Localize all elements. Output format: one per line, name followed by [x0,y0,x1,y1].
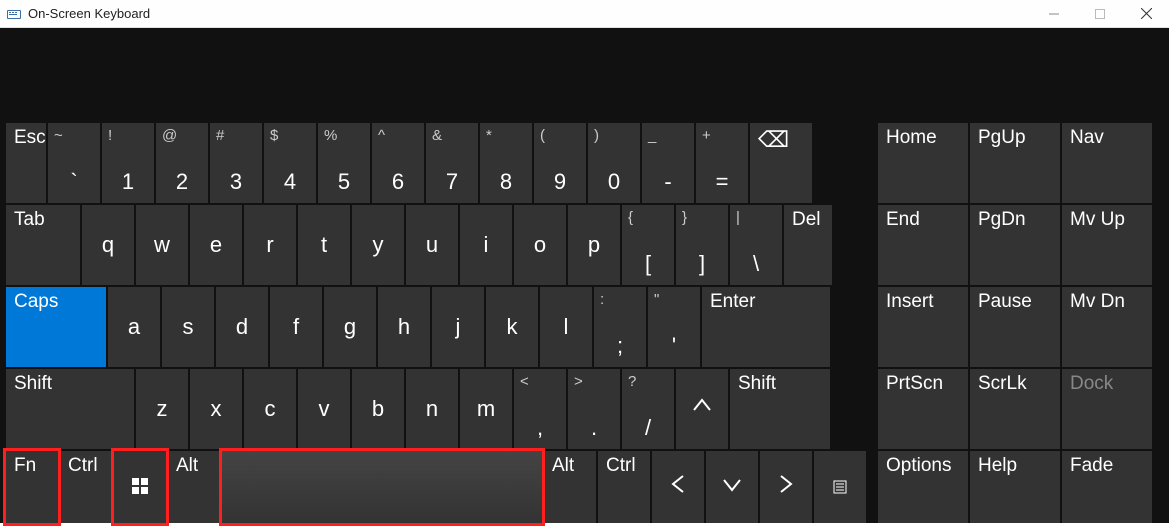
key-8[interactable]: *8 [480,123,532,203]
windows-icon [132,474,148,500]
key-3[interactable]: #3 [210,123,262,203]
key-pause[interactable]: Pause [970,287,1060,367]
key-pgup[interactable]: PgUp [970,123,1060,203]
key-h[interactable]: h [378,287,430,367]
key-0[interactable]: )0 [588,123,640,203]
key-backspace[interactable]: ⌫ [750,123,812,203]
key-u[interactable]: u [406,205,458,285]
key-tab[interactable]: Tab [6,205,80,285]
key-windows[interactable] [114,451,166,523]
minimize-button[interactable] [1031,0,1077,27]
arrow-right-icon [777,474,795,500]
key-k[interactable]: k [486,287,538,367]
key-arrow-down[interactable] [706,451,758,523]
key-insert[interactable]: Insert [878,287,968,367]
key-x[interactable]: x [190,369,242,449]
key-f[interactable]: f [270,287,322,367]
key-quote[interactable]: "' [648,287,700,367]
key-help[interactable]: Help [970,451,1060,523]
key-arrow-left[interactable] [652,451,704,523]
key-caps[interactable]: Caps [6,287,106,367]
key-fn[interactable]: Fn [6,451,58,523]
key-c[interactable]: c [244,369,296,449]
key-g[interactable]: g [324,287,376,367]
window-controls [1031,0,1169,27]
key-a[interactable]: a [108,287,160,367]
key-bracket-left[interactable]: {[ [622,205,674,285]
key-p[interactable]: p [568,205,620,285]
key-arrow-right[interactable] [760,451,812,523]
key-dock[interactable]: Dock [1062,369,1152,449]
key-ctrl-right[interactable]: Ctrl [598,451,650,523]
key-prtscn[interactable]: PrtScn [878,369,968,449]
key-7[interactable]: &7 [426,123,478,203]
key-o[interactable]: o [514,205,566,285]
key-space[interactable] [222,451,542,523]
key-n[interactable]: n [406,369,458,449]
keyboard: Esc ~` !1 @2 #3 $4 %5 ^6 &7 *8 (9 )0 _- … [0,28,1169,523]
backspace-icon: ⌫ [758,127,789,153]
window-title: On-Screen Keyboard [28,6,150,21]
key-alt-left[interactable]: Alt [168,451,220,523]
key-4[interactable]: $4 [264,123,316,203]
key-5[interactable]: %5 [318,123,370,203]
menu-icon [833,474,847,500]
key-mvup[interactable]: Mv Up [1062,205,1152,285]
key-comma[interactable]: <, [514,369,566,449]
key-pgdn[interactable]: PgDn [970,205,1060,285]
close-button[interactable] [1123,0,1169,27]
key-v[interactable]: v [298,369,350,449]
key-shift-right[interactable]: Shift [730,369,830,449]
key-minus[interactable]: _- [642,123,694,203]
key-backtick[interactable]: ~` [48,123,100,203]
key-scrlk[interactable]: ScrLk [970,369,1060,449]
titlebar: On-Screen Keyboard [0,0,1169,28]
key-end[interactable]: End [878,205,968,285]
key-q[interactable]: q [82,205,134,285]
app-icon [6,6,22,22]
key-6[interactable]: ^6 [372,123,424,203]
key-fade[interactable]: Fade [1062,451,1152,523]
key-e[interactable]: e [190,205,242,285]
arrow-left-icon [669,474,687,500]
key-period[interactable]: >. [568,369,620,449]
key-mvdn[interactable]: Mv Dn [1062,287,1152,367]
key-backslash[interactable]: |\ [730,205,782,285]
key-j[interactable]: j [432,287,484,367]
key-m[interactable]: m [460,369,512,449]
key-options[interactable]: Options [878,451,968,523]
key-l[interactable]: l [540,287,592,367]
key-2[interactable]: @2 [156,123,208,203]
key-semicolon[interactable]: :; [594,287,646,367]
key-1[interactable]: !1 [102,123,154,203]
arrow-down-icon [722,474,742,500]
key-esc[interactable]: Esc [6,123,46,203]
key-bracket-right[interactable]: }] [676,205,728,285]
key-9[interactable]: (9 [534,123,586,203]
key-home[interactable]: Home [878,123,968,203]
key-b[interactable]: b [352,369,404,449]
key-ctrl-left[interactable]: Ctrl [60,451,112,523]
key-alt-right[interactable]: Alt [544,451,596,523]
key-i[interactable]: i [460,205,512,285]
key-w[interactable]: w [136,205,188,285]
key-nav[interactable]: Nav [1062,123,1152,203]
key-t[interactable]: t [298,205,350,285]
maximize-button[interactable] [1077,0,1123,27]
key-enter[interactable]: Enter [702,287,830,367]
key-y[interactable]: y [352,205,404,285]
key-slash[interactable]: ?/ [622,369,674,449]
key-z[interactable]: z [136,369,188,449]
key-del[interactable]: Del [784,205,832,285]
key-r[interactable]: r [244,205,296,285]
key-shift-left[interactable]: Shift [6,369,134,449]
key-d[interactable]: d [216,287,268,367]
key-s[interactable]: s [162,287,214,367]
key-equals[interactable]: += [696,123,748,203]
arrow-up-icon [692,396,712,422]
key-arrow-up[interactable] [676,369,728,449]
key-menu[interactable] [814,451,866,523]
